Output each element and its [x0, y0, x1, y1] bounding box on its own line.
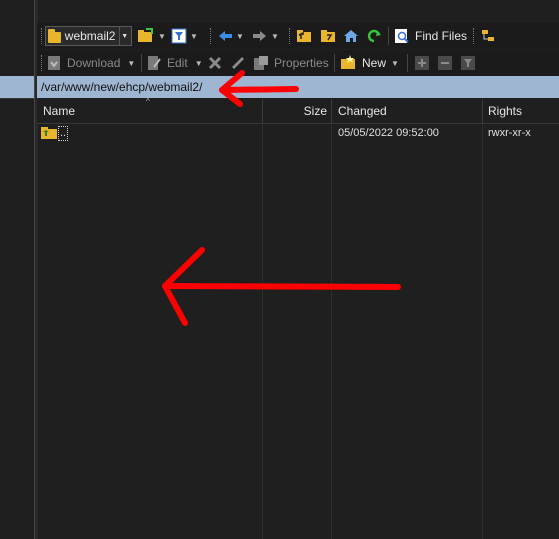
annotation-arrow-file-list [162, 247, 401, 326]
column-separator[interactable] [331, 99, 332, 123]
toolbar-grip[interactable] [289, 28, 292, 44]
column-size-label: Size [303, 104, 327, 118]
table-row[interactable]: .. 05/05/2022 09:52:00 rwxr-xr-x [37, 124, 559, 142]
chevron-down-icon[interactable]: ▼ [119, 27, 129, 45]
toolbar-grip[interactable] [41, 28, 44, 44]
parent-folder-icon [297, 30, 311, 42]
local-pane [0, 0, 34, 539]
chevron-down-icon[interactable]: ▼ [127, 59, 135, 68]
add-button[interactable] [414, 50, 430, 76]
download-icon [48, 56, 60, 70]
navigation-toolbar: webmail2 ▼ ▼ ▼ ▼ ▼ Find Files [37, 23, 559, 49]
row-changed: 05/05/2022 09:52:00 [338, 127, 439, 139]
rename-icon [232, 57, 244, 69]
filter-button[interactable]: ▼ [171, 23, 198, 49]
home-icon [344, 30, 358, 42]
session-combo-label: webmail2 [64, 29, 116, 43]
refresh-icon [367, 29, 381, 43]
edit-icon [148, 56, 161, 70]
open-folder-icon [138, 28, 153, 42]
edit-label: Edit [167, 56, 188, 70]
local-address-strip [0, 76, 34, 98]
toolbar-separator [388, 27, 389, 45]
filter-icon [171, 28, 187, 44]
actions-toolbar: Download ▼ Edit ▼ Properties New ▼ [37, 50, 559, 76]
toolbar-grip[interactable] [41, 55, 44, 71]
column-header-name[interactable]: Name [43, 99, 75, 123]
address-bar[interactable]: /var/www/new/ehcp/webmail2/ [37, 76, 559, 98]
find-files-label: Find Files [415, 29, 468, 43]
remove-button[interactable] [437, 50, 453, 76]
new-file-icon [341, 55, 355, 69]
download-button[interactable]: Download ▼ [46, 50, 135, 76]
chevron-down-icon[interactable]: ▼ [271, 32, 279, 41]
column-gridline [331, 124, 332, 539]
edit-button[interactable]: Edit ▼ [146, 50, 203, 76]
refresh-button[interactable] [366, 23, 382, 49]
column-changed-label: Changed [338, 104, 387, 118]
arrow-right-icon [253, 31, 266, 41]
column-rights-label: Rights [488, 104, 523, 118]
properties-label: Properties [274, 56, 329, 70]
delete-icon [208, 56, 222, 70]
file-list-header: Name ^ Size Changed Rights [37, 97, 559, 124]
search-icon [395, 29, 409, 43]
plus-icon [415, 56, 429, 70]
folder-tree-icon [482, 30, 494, 41]
divider [0, 98, 34, 99]
delete-button[interactable] [207, 50, 223, 76]
chevron-down-icon[interactable]: ▼ [195, 59, 203, 68]
rename-button[interactable] [230, 50, 246, 76]
column-header-changed[interactable]: Changed [338, 99, 387, 123]
filter-mask-icon [461, 56, 475, 70]
row-rights: rwxr-xr-x [488, 127, 531, 139]
toolbar-grip[interactable] [473, 28, 476, 44]
properties-icon [254, 56, 268, 70]
root-folder-icon [321, 30, 335, 42]
toolbar-grip[interactable] [210, 28, 213, 44]
column-gridline [262, 124, 263, 539]
column-separator[interactable] [482, 99, 483, 123]
column-name-label: Name [43, 104, 76, 118]
row-name-cell: .. [41, 124, 69, 142]
filter-mask-button[interactable] [460, 50, 476, 76]
parent-directory-button[interactable] [296, 23, 312, 49]
column-header-rights[interactable]: Rights [488, 99, 522, 123]
arrow-left-icon [219, 31, 232, 41]
row-name: .. [58, 125, 69, 141]
session-combo[interactable]: webmail2 ▼ [45, 26, 132, 46]
chevron-down-icon[interactable]: ▼ [391, 59, 399, 68]
address-path: /var/www/new/ehcp/webmail2/ [41, 80, 203, 94]
folder-icon [48, 29, 61, 43]
toolbar-separator [141, 54, 142, 72]
chevron-down-icon[interactable]: ▼ [190, 32, 198, 41]
toolbar-separator [407, 54, 408, 72]
toolbar-separator [334, 54, 335, 72]
parent-folder-icon [41, 127, 57, 139]
forward-button[interactable]: ▼ [252, 23, 279, 49]
open-directory-button[interactable]: ▼ [137, 23, 166, 49]
chevron-down-icon[interactable]: ▼ [158, 32, 166, 41]
download-label: Download [67, 56, 121, 70]
back-button[interactable]: ▼ [217, 23, 244, 49]
sort-ascending-icon: ^ [146, 97, 150, 106]
chevron-down-icon[interactable]: ▼ [236, 32, 244, 41]
home-directory-button[interactable] [343, 23, 359, 49]
column-gridline [482, 124, 483, 539]
new-button[interactable]: New ▼ [340, 50, 399, 76]
properties-button[interactable]: Properties [253, 50, 329, 76]
root-directory-button[interactable] [320, 23, 336, 49]
tree-toggle-button[interactable] [480, 23, 496, 49]
find-files-button[interactable]: Find Files [394, 23, 467, 49]
column-header-size[interactable]: Size [263, 99, 327, 123]
new-label: New [362, 56, 387, 70]
minus-icon [438, 56, 452, 70]
